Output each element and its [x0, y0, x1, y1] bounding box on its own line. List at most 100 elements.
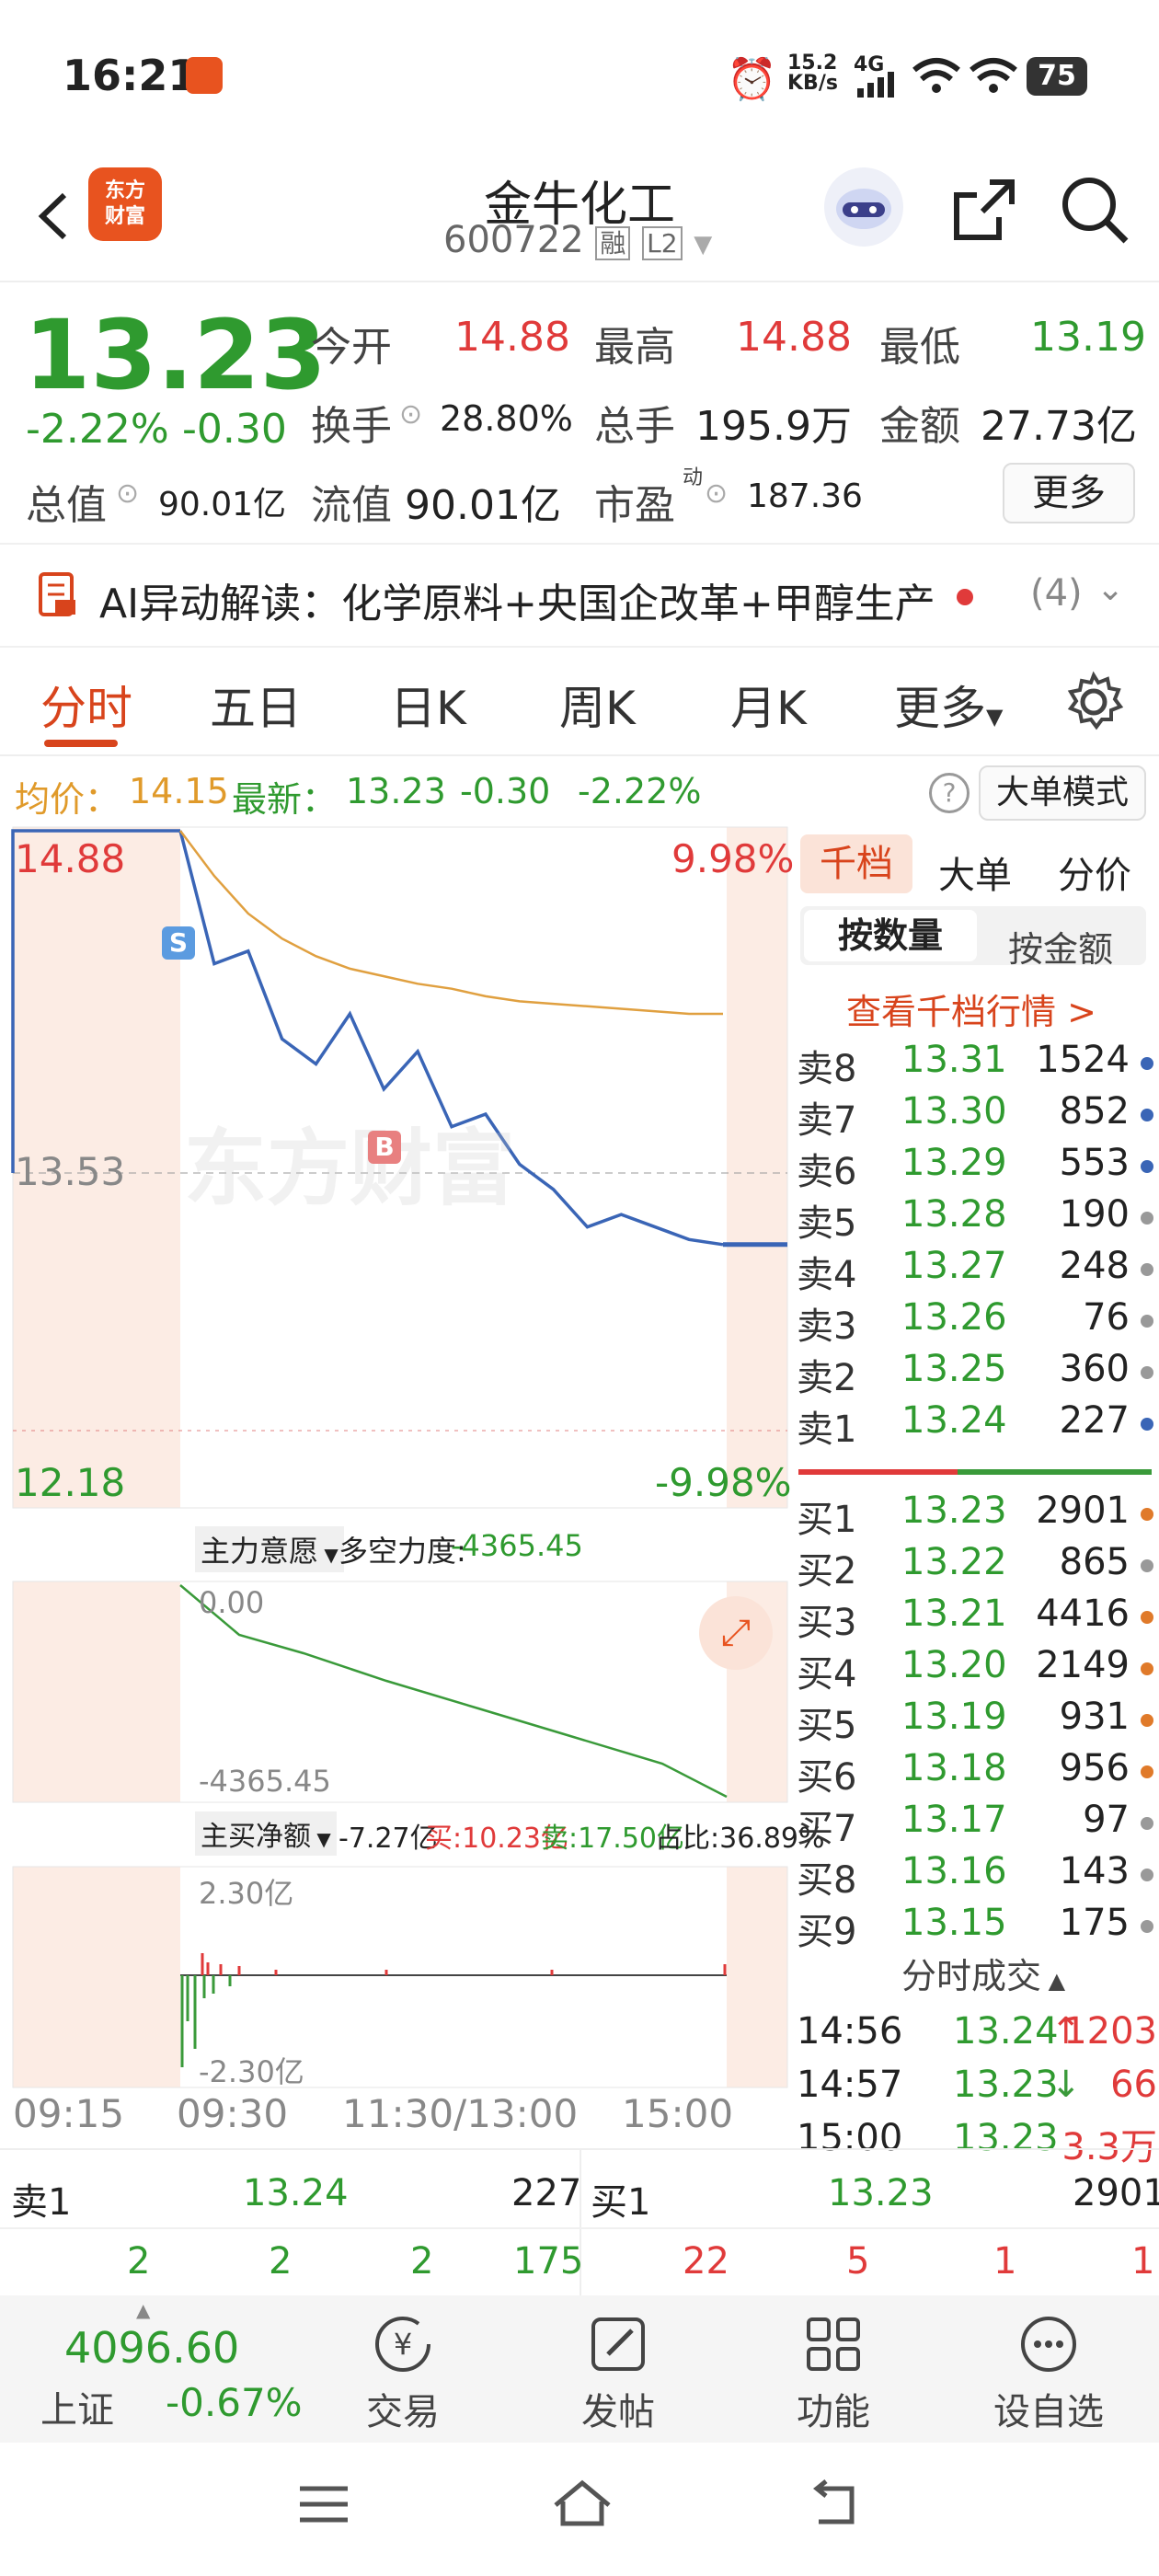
- chevron-down-icon: ⌄: [1096, 570, 1125, 608]
- level-volume: 76: [1083, 1296, 1130, 1339]
- nav-trade[interactable]: ¥ 交易: [311, 2295, 495, 2435]
- share-icon[interactable]: [947, 173, 1021, 250]
- tab-five-day[interactable]: 五日: [210, 672, 302, 738]
- buy-queue-1: 22: [683, 2240, 729, 2283]
- level-dot: [1141, 1418, 1153, 1431]
- sell-level-row[interactable]: 卖8 13.31 1524: [791, 1035, 1159, 1090]
- level-price: 13.24: [901, 1399, 1007, 1442]
- sell-level-row[interactable]: 卖5 13.28 190: [791, 1190, 1159, 1245]
- level-price: 13.22: [901, 1541, 1007, 1583]
- ai-robot-icon[interactable]: [824, 167, 903, 247]
- buy-level-row[interactable]: 买6 13.18 956: [791, 1743, 1159, 1799]
- sell-level-row[interactable]: 卖6 13.29 553: [791, 1138, 1159, 1193]
- level-dot: [1141, 1765, 1153, 1778]
- tick-price: 13.24: [953, 2010, 1059, 2053]
- sell-level-row[interactable]: 卖3 13.26 76: [791, 1293, 1159, 1348]
- bottom-toolbar: ▲ 4096.60 上证 -0.67% ¥ 交易 发帖 功能 设自选: [0, 2295, 1159, 2443]
- alarm-icon: ⏰: [727, 56, 777, 103]
- price-low-label: 12.18: [15, 1460, 126, 1505]
- buy-queue-4: 1: [1131, 2240, 1155, 2283]
- tab-daily-k[interactable]: 日K: [390, 672, 466, 738]
- tab-more[interactable]: 更多▼: [894, 672, 1003, 738]
- nav-trade-label: 交易: [366, 2391, 440, 2433]
- book-tab-depth[interactable]: 千档: [800, 834, 912, 893]
- expand-icon[interactable]: ⤢: [699, 1596, 773, 1670]
- big-order-mode-button[interactable]: 大单模式: [979, 765, 1146, 821]
- low-label: 最低: [879, 324, 960, 371]
- chart-tabs: 分时 五日 日K 周K 月K 更多▼: [0, 644, 1159, 756]
- book-subtab-amount[interactable]: 按金额: [1008, 921, 1113, 972]
- sell-level-row[interactable]: 卖4 13.27 248: [791, 1241, 1159, 1296]
- indicator1-selector[interactable]: 主力意愿 ▼: [195, 1526, 344, 1572]
- buy-level-row[interactable]: 买2 13.22 865: [791, 1537, 1159, 1593]
- nav-functions[interactable]: 功能: [741, 2295, 925, 2435]
- buy-level-row[interactable]: 买1 13.23 2901: [791, 1486, 1159, 1541]
- caret-down-icon: ▼: [318, 1544, 339, 1566]
- sell-level-row[interactable]: 卖7 13.30 852: [791, 1087, 1159, 1142]
- level-dot: [1141, 1817, 1153, 1830]
- indicator1-top: 0.00: [199, 1585, 265, 1620]
- mktcap-value: 90.01亿: [158, 486, 287, 523]
- level-price: 13.23: [901, 1489, 1007, 1532]
- more-button[interactable]: 更多: [1003, 463, 1135, 523]
- sell-level-row[interactable]: 卖1 13.24 227: [791, 1396, 1159, 1451]
- tab-weekly-k[interactable]: 周K: [559, 672, 636, 738]
- indicator2-top: 2.30亿: [199, 1876, 294, 1911]
- index-ticker[interactable]: ▲ 4096.60 上证 -0.67%: [0, 2295, 313, 2443]
- sell-queue-4: 175: [513, 2240, 584, 2283]
- info-icon[interactable]: ⊙: [399, 398, 422, 431]
- info-icon[interactable]: ⊙: [116, 477, 139, 510]
- level-volume: 2901: [1036, 1489, 1130, 1532]
- battery-level: 75: [1038, 60, 1076, 92]
- stock-code-row[interactable]: 600722 融 L2 ▼: [443, 219, 712, 261]
- volume-label: 总手: [594, 403, 675, 450]
- level-price: 13.20: [901, 1644, 1007, 1686]
- tick-price: 13.23: [953, 2064, 1059, 2106]
- ticks-title[interactable]: 分时成交 ▲: [901, 1948, 1065, 1998]
- amount-value: 27.73亿: [981, 403, 1137, 450]
- nav-add-watchlist[interactable]: 设自选: [957, 2295, 1141, 2435]
- level-dot: [1141, 1559, 1153, 1572]
- ai-insight-bar[interactable]: AI异动解读：化学原料+央国企改革+甲醇生产 (4) ⌄: [0, 543, 1159, 648]
- view-depth-link[interactable]: 查看千档行情 >: [846, 983, 1096, 1034]
- time-label-0930: 09:30: [177, 2091, 289, 2136]
- buy-level-row[interactable]: 买9 13.15 175: [791, 1898, 1159, 1953]
- info-icon[interactable]: ⊙: [705, 477, 728, 510]
- indicator2-selector[interactable]: 主买净额 ▼: [195, 1811, 337, 1856]
- settings-gear-icon[interactable]: [1061, 670, 1126, 738]
- indicator2-net: -7.27亿: [339, 1823, 438, 1855]
- svg-text:¥: ¥: [394, 2327, 412, 2362]
- level-dot: [1141, 1869, 1153, 1881]
- avg-price-bar: 均价： 14.15 最新： 13.23 -0.30 -2.22% ? 大单模式: [0, 756, 1159, 825]
- back-nav-icon[interactable]: [808, 2479, 863, 2535]
- search-icon[interactable]: [1058, 173, 1131, 250]
- book-tab-price[interactable]: 分价: [1058, 845, 1131, 899]
- book-subtab-quantity[interactable]: 按数量: [804, 910, 977, 961]
- indicator1-desc: 多空力度:: [339, 1534, 466, 1569]
- nav-post-label: 发帖: [581, 2391, 655, 2433]
- time-label-1500: 15:00: [622, 2091, 734, 2136]
- intraday-chart[interactable]: 14.88 13.53 12.18 9.98% -9.98% 东方财富 S B …: [0, 825, 825, 2150]
- buy-level-row[interactable]: 买3 13.21 4416: [791, 1589, 1159, 1644]
- tab-monthly-k[interactable]: 月K: [730, 672, 807, 738]
- open-value: 14.88: [454, 314, 570, 361]
- status-bar: 16:21 ⏰ 15.2 KB/s 4G 75: [0, 0, 1159, 156]
- home-icon[interactable]: [550, 2476, 614, 2535]
- level-volume: 360: [1059, 1348, 1130, 1390]
- nav-post[interactable]: 发帖: [526, 2295, 710, 2435]
- buy-level-row[interactable]: 买8 13.16 143: [791, 1846, 1159, 1902]
- buy-level-row[interactable]: 买5 13.19 931: [791, 1692, 1159, 1747]
- level-price: 13.30: [901, 1090, 1007, 1133]
- sell-marker[interactable]: S: [162, 926, 195, 960]
- margin-tag: 融: [595, 226, 631, 260]
- book-tab-big[interactable]: 大单: [938, 845, 1012, 899]
- help-icon[interactable]: ?: [929, 773, 970, 813]
- sell-level-row[interactable]: 卖2 13.25 360: [791, 1344, 1159, 1399]
- menu-icon[interactable]: [296, 2481, 351, 2531]
- buy-level-row[interactable]: 买7 13.17 97: [791, 1795, 1159, 1850]
- tab-intraday[interactable]: 分时: [40, 672, 132, 738]
- open-label: 今开: [311, 324, 392, 371]
- buy-level-row[interactable]: 买4 13.20 2149: [791, 1640, 1159, 1696]
- level-label: 卖8: [797, 1048, 857, 1090]
- buy-marker[interactable]: B: [368, 1131, 401, 1164]
